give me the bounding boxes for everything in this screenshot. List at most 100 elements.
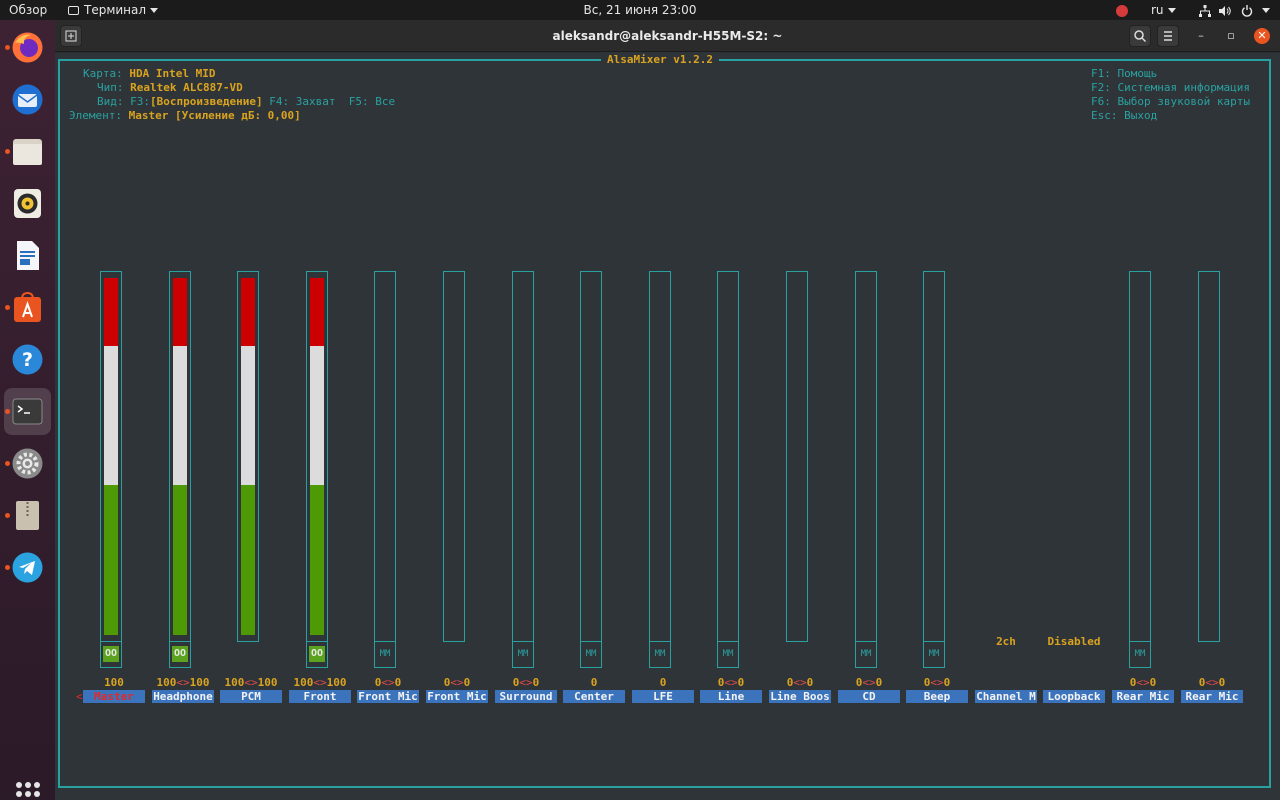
network-icon[interactable]	[1199, 0, 1211, 20]
dock-archive[interactable]	[4, 492, 51, 539]
mute-state: MM	[860, 649, 872, 659]
channel-name[interactable]: Line	[700, 690, 762, 703]
writer-icon	[17, 241, 39, 270]
archive-icon	[16, 501, 39, 530]
channel-name[interactable]: Loopback	[1043, 690, 1105, 703]
help-f6: F6: Выбор звуковой карты	[1091, 95, 1250, 108]
volume-icon[interactable]	[1219, 0, 1231, 20]
mute-toggle[interactable]: OO	[169, 641, 191, 668]
close-button[interactable]: ✕	[1254, 28, 1270, 44]
channel-name[interactable]: Channel M	[975, 690, 1037, 703]
record-indicator-icon[interactable]	[1116, 0, 1128, 20]
volume-bar[interactable]	[512, 271, 534, 642]
volume-fill-red	[241, 278, 255, 346]
dock-terminal[interactable]	[4, 388, 51, 435]
channel-name[interactable]: Headphone	[152, 690, 214, 703]
volume-fill-white	[104, 346, 118, 485]
volume-bar[interactable]	[169, 271, 191, 642]
terminal-small-icon	[68, 6, 79, 15]
volume-bar[interactable]	[374, 271, 396, 642]
volume-value: 0	[659, 676, 667, 689]
dock-help[interactable]: ?	[4, 336, 51, 383]
view-f3-key[interactable]: F3:	[130, 95, 150, 108]
channel-name[interactable]: Surround	[495, 690, 557, 703]
channel-name[interactable]: Master	[83, 690, 145, 703]
mute-toggle[interactable]: OO	[100, 641, 122, 668]
channel-name[interactable]: Center	[563, 690, 625, 703]
power-icon[interactable]	[1241, 0, 1253, 20]
channel-name[interactable]: LFE	[632, 690, 694, 703]
keyboard-layout-menu[interactable]: ru	[1151, 0, 1176, 20]
mute-toggle[interactable]: MM	[649, 641, 671, 668]
mute-toggle[interactable]: OO	[306, 641, 328, 668]
mute-toggle[interactable]: MM	[855, 641, 877, 668]
enum-value[interactable]: 2ch	[973, 635, 1039, 648]
view-f3-value[interactable]: [Воспроизведение]	[150, 95, 263, 108]
channel-name[interactable]: Beep	[906, 690, 968, 703]
mute-toggle[interactable]: MM	[512, 641, 534, 668]
mute-state: MM	[585, 649, 597, 659]
chevron-down-icon[interactable]	[1262, 0, 1270, 20]
dock-rhythmbox[interactable]	[4, 180, 51, 227]
mute-toggle[interactable]: MM	[580, 641, 602, 668]
menu-button[interactable]	[1157, 25, 1179, 47]
running-indicator	[5, 45, 10, 50]
channel-name[interactable]: Front	[289, 690, 351, 703]
mute-toggle[interactable]: MM	[1129, 641, 1151, 668]
volume-bar[interactable]	[1198, 271, 1220, 642]
volume-bar[interactable]	[649, 271, 671, 642]
view-f5[interactable]: F5: Все	[349, 95, 395, 108]
channel-name[interactable]: Front Mic	[426, 690, 488, 703]
channel-name[interactable]: CD	[838, 690, 900, 703]
mute-toggle[interactable]: MM	[717, 641, 739, 668]
svg-text:?: ?	[22, 349, 33, 371]
volume-bar[interactable]	[1129, 271, 1151, 642]
dock-telegram[interactable]	[4, 544, 51, 591]
volume-value: 0<>0	[717, 676, 745, 689]
enum-value[interactable]: Disabled	[1041, 635, 1107, 648]
mute-toggle[interactable]: MM	[374, 641, 396, 668]
volume-bar[interactable]	[100, 271, 122, 642]
running-indicator	[5, 565, 10, 570]
volume-bar[interactable]	[443, 271, 465, 642]
volume-fill-green	[104, 485, 118, 635]
clock[interactable]: Вс, 21 июня 23:00	[0, 0, 1280, 20]
search-button[interactable]	[1129, 25, 1151, 47]
dock-software[interactable]	[4, 284, 51, 331]
volume-bar[interactable]	[786, 271, 808, 642]
maximize-button[interactable]: ▫	[1223, 28, 1239, 44]
volume-bar[interactable]	[855, 271, 877, 642]
terminal-content[interactable]: AlsaMixer v1.2.2 Карта: HDA Intel MID Чи…	[55, 52, 1280, 800]
minimize-button[interactable]: –	[1193, 28, 1209, 44]
show-applications-icon[interactable]	[16, 782, 40, 800]
channel-name[interactable]: PCM	[220, 690, 282, 703]
volume-value: 0<>0	[512, 676, 540, 689]
dock-firefox[interactable]	[4, 24, 51, 71]
activities-button[interactable]: Обзор	[9, 0, 47, 20]
volume-fill-green	[310, 485, 324, 635]
terminal-icon	[12, 398, 43, 425]
dock-thunderbird[interactable]	[4, 76, 51, 123]
volume-bar[interactable]	[237, 271, 259, 642]
volume-bar[interactable]	[306, 271, 328, 642]
volume-bar[interactable]	[580, 271, 602, 642]
mute-toggle[interactable]: MM	[923, 641, 945, 668]
dock-files[interactable]	[4, 128, 51, 175]
channel-name[interactable]: Rear Mic	[1181, 690, 1243, 703]
volume-bar[interactable]	[923, 271, 945, 642]
volume-bar[interactable]	[717, 271, 739, 642]
app-menu[interactable]: Терминал	[68, 0, 159, 20]
search-icon	[1134, 30, 1147, 43]
running-indicator	[5, 409, 10, 414]
view-f4[interactable]: F4: Захват	[269, 95, 335, 108]
running-indicator	[5, 149, 10, 154]
dock-settings[interactable]	[4, 440, 51, 487]
channel-name[interactable]: Line Boos	[769, 690, 831, 703]
running-indicator	[5, 305, 10, 310]
mute-state: MM	[928, 649, 940, 659]
element-row: Элемент: Master [Усиление дБ: 0,00]	[69, 109, 301, 123]
channel-name[interactable]: Front Mic	[357, 690, 419, 703]
dock-writer[interactable]	[4, 232, 51, 279]
channel-name[interactable]: Rear Mic	[1112, 690, 1174, 703]
window-title: aleksandr@aleksandr-H55M-S2: ~	[552, 29, 783, 43]
